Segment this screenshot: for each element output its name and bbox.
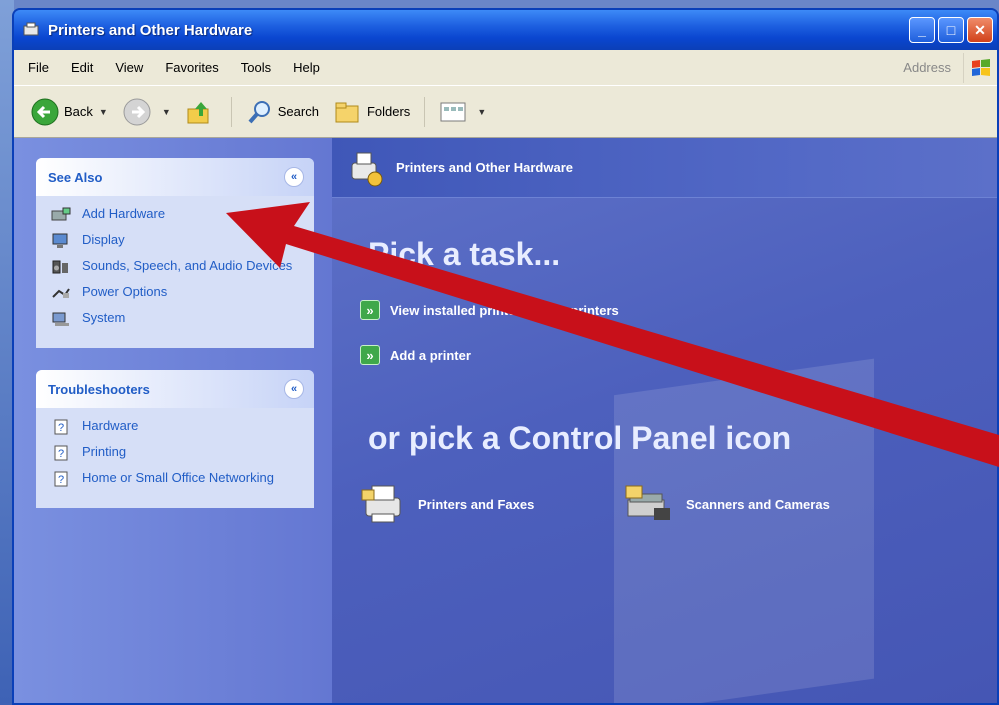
- see-also-system[interactable]: System: [50, 310, 302, 328]
- back-arrow-icon: [31, 98, 59, 125]
- task-label: View installed printers or fax printers: [390, 302, 619, 318]
- menu-view[interactable]: View: [115, 60, 143, 75]
- printer-folder-icon: [23, 22, 39, 36]
- scanner-camera-icon: [625, 485, 670, 520]
- troubleshooter-label: Home or Small Office Networking: [82, 470, 274, 485]
- sounds-icon: [50, 258, 72, 276]
- system-icon: [50, 310, 72, 328]
- forward-dropdown-icon[interactable]: ▼: [162, 107, 171, 117]
- toolbar: Back ▼ ▼ Search Folders ▼: [14, 86, 997, 138]
- main-pane: Printers and Other Hardware Pick a task.…: [332, 138, 997, 703]
- content-area: See Also « Add Hardware Display Sounds, …: [14, 138, 997, 703]
- see-also-power[interactable]: Power Options: [50, 284, 302, 302]
- see-also-display[interactable]: Display: [50, 232, 302, 250]
- see-also-label: Power Options: [82, 284, 168, 299]
- troubleshooter-hardware[interactable]: ? Hardware: [50, 418, 302, 436]
- scanners-and-cameras-item[interactable]: Scanners and Cameras: [624, 480, 830, 528]
- back-label: Back: [64, 104, 93, 119]
- menu-help[interactable]: Help: [293, 60, 320, 75]
- folders-button[interactable]: Folders: [333, 99, 410, 125]
- troubleshooters-panel: Troubleshooters « ? Hardware ? Printing …: [36, 370, 314, 508]
- folders-label: Folders: [366, 104, 411, 119]
- troubleshooter-networking[interactable]: ? Home or Small Office Networking: [50, 470, 302, 488]
- pick-icon-heading: or pick a Control Panel icon: [368, 420, 792, 456]
- task-label: Add a printer: [390, 347, 471, 363]
- task-arrow-icon: »: [360, 300, 380, 320]
- menu-bar: File Edit View Favorites Tools Help Addr…: [14, 50, 997, 86]
- printer-watermark-icon: [614, 358, 874, 703]
- search-button[interactable]: Search: [246, 98, 319, 126]
- see-also-panel: See Also « Add Hardware Display Sounds, …: [36, 158, 314, 348]
- views-dropdown-icon[interactable]: ▼: [477, 107, 486, 117]
- window-title: Printers and Other Hardware: [48, 21, 253, 39]
- power-icon: [50, 284, 72, 302]
- task-arrow-icon: »: [360, 345, 380, 365]
- see-also-label: System: [82, 310, 126, 325]
- task-pane: See Also « Add Hardware Display Sounds, …: [14, 138, 332, 703]
- search-icon: [248, 100, 270, 123]
- back-button[interactable]: Back ▼: [30, 97, 108, 127]
- svg-text:?: ?: [58, 474, 64, 486]
- collapse-chevron-icon[interactable]: «: [284, 379, 304, 399]
- svg-text:?: ?: [58, 422, 64, 434]
- svg-text:?: ?: [58, 448, 64, 460]
- see-also-add-hardware[interactable]: Add Hardware: [50, 206, 302, 224]
- scanners-and-cameras-label: Scanners and Cameras: [686, 496, 830, 512]
- see-also-label: Sounds, Speech, and Audio Devices: [82, 258, 293, 273]
- address-label: Address: [903, 60, 951, 75]
- search-label: Search: [277, 104, 319, 119]
- see-also-header[interactable]: See Also «: [36, 158, 314, 196]
- up-folder-button[interactable]: [185, 98, 217, 126]
- add-hardware-icon: [50, 206, 72, 224]
- troubleshooter-label: Hardware: [82, 418, 139, 433]
- pick-task-heading: Pick a task...: [368, 236, 561, 272]
- minimize-button[interactable]: _: [909, 17, 935, 43]
- windows-logo-icon: [963, 52, 997, 83]
- back-dropdown-icon[interactable]: ▼: [99, 107, 108, 117]
- printers-and-faxes-item[interactable]: Printers and Faxes: [360, 480, 534, 528]
- explorer-window: Printers and Other Hardware _ □ ✕ File E…: [12, 8, 999, 705]
- troubleshooters-title: Troubleshooters: [48, 381, 150, 397]
- see-also-sounds[interactable]: Sounds, Speech, and Audio Devices: [50, 258, 302, 276]
- printer-icon: [361, 485, 401, 523]
- task-view-printers[interactable]: » View installed printers or fax printer…: [360, 300, 619, 320]
- up-folder-icon: [187, 101, 209, 123]
- help-icon: ?: [50, 470, 72, 488]
- printer-hardware-icon: [351, 152, 383, 186]
- views-icon: [440, 102, 466, 121]
- help-icon: ?: [50, 444, 72, 462]
- see-also-label: Add Hardware: [82, 206, 166, 221]
- see-also-label: Display: [82, 232, 125, 247]
- troubleshooter-label: Printing: [82, 444, 127, 459]
- see-also-title: See Also: [48, 169, 103, 185]
- display-icon: [50, 232, 72, 250]
- menu-favorites[interactable]: Favorites: [165, 60, 218, 75]
- task-add-printer[interactable]: » Add a printer: [360, 345, 471, 365]
- main-header: Printers and Other Hardware: [332, 138, 997, 198]
- help-icon: ?: [50, 418, 72, 436]
- main-header-title: Printers and Other Hardware: [396, 160, 573, 175]
- menu-edit[interactable]: Edit: [71, 60, 93, 75]
- maximize-button[interactable]: □: [938, 17, 964, 43]
- forward-arrow-icon: [123, 98, 151, 125]
- forward-button[interactable]: ▼: [122, 97, 171, 127]
- printers-and-faxes-label: Printers and Faxes: [418, 496, 535, 512]
- views-button[interactable]: ▼: [439, 100, 486, 124]
- menu-tools[interactable]: Tools: [241, 60, 271, 75]
- collapse-chevron-icon[interactable]: «: [284, 167, 304, 187]
- menu-file[interactable]: File: [28, 60, 49, 75]
- troubleshooters-header[interactable]: Troubleshooters «: [36, 370, 314, 408]
- folders-icon: [335, 102, 359, 122]
- close-button[interactable]: ✕: [967, 17, 993, 43]
- troubleshooter-printing[interactable]: ? Printing: [50, 444, 302, 462]
- title-bar[interactable]: Printers and Other Hardware _ □ ✕: [14, 10, 997, 50]
